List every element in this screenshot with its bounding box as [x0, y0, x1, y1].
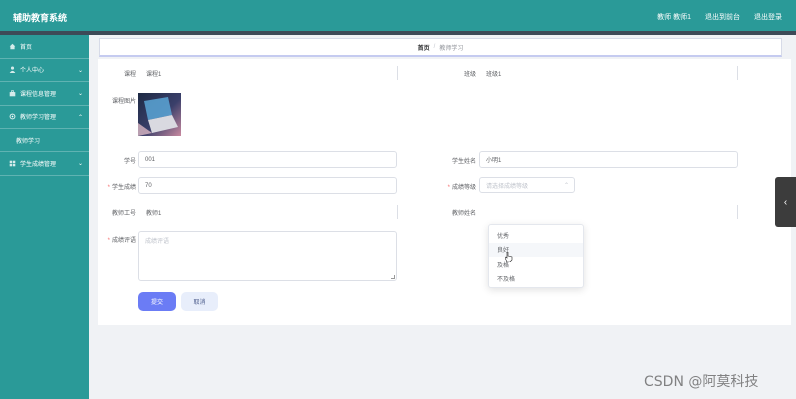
evaluation-label: * 成绩评语	[107, 238, 136, 244]
app-title: 辅助教育系统	[13, 13, 68, 23]
grade-level-dropdown: 优秀 良好 及格 不及格	[488, 224, 584, 288]
watermark: CSDN @阿莫科技	[644, 374, 759, 390]
grade-option[interactable]: 优秀	[489, 228, 583, 243]
score-input[interactable]: 70	[138, 177, 397, 194]
sidebar-item-home[interactable]: 首页	[0, 35, 89, 59]
teacher-no-value: 教师1	[146, 211, 162, 217]
collapse-tab[interactable]: ‹	[775, 177, 796, 227]
main-content: 首页 / 教师学习 课程 课程1 班级 班级1 课程图片 学号 001 学生姓名…	[89, 35, 796, 399]
edit-form: 课程 课程1 班级 班级1 课程图片 学号 001 学生姓名 小明1 * 学生成…	[98, 59, 791, 325]
breadcrumb-home[interactable]: 首页	[418, 43, 430, 52]
class-label: 班级	[463, 72, 476, 78]
evaluation-placeholder: 成绩评语	[145, 239, 170, 245]
chevron-down-icon: ⌄	[77, 161, 83, 167]
grade-option[interactable]: 不及格	[489, 272, 583, 287]
sidebar: 首页 个人中心 ⌄ 课程信息管理 ⌄ 教师学习管理 ⌃ 教师学习 学生成绩管理 …	[0, 35, 89, 399]
sidebar-item-student-scores[interactable]: 学生成绩管理 ⌄	[0, 152, 89, 176]
field-divider	[397, 205, 398, 219]
sidebar-item-teacher-study[interactable]: 教师学习管理 ⌃	[0, 106, 89, 129]
sidebar-subitem-teacher-study[interactable]: 教师学习	[0, 129, 89, 152]
class-value: 班级1	[486, 72, 502, 78]
sidebar-item-label: 教师学习管理	[20, 115, 57, 122]
breadcrumb-separator: /	[433, 44, 436, 50]
course-image	[138, 93, 181, 136]
field-divider	[737, 66, 738, 80]
student-no-input[interactable]: 001	[138, 151, 397, 168]
teacher-name-label: 教师姓名	[451, 211, 476, 217]
grade-option[interactable]: 及格	[489, 257, 583, 272]
sidebar-item-profile[interactable]: 个人中心 ⌄	[0, 59, 89, 82]
cancel-button[interactable]: 取消	[181, 292, 218, 311]
student-name-label: 学生姓名	[451, 159, 476, 165]
sidebar-item-label: 学生成绩管理	[20, 161, 57, 168]
sidebar-item-label: 课程信息管理	[20, 91, 57, 98]
chevron-up-icon: ⌃	[563, 183, 569, 189]
course-value: 课程1	[146, 72, 162, 78]
breadcrumb-current: 教师学习	[439, 45, 464, 52]
grade-level-label: * 成绩等级	[447, 185, 476, 191]
logout-link[interactable]: 退出登录	[754, 12, 782, 22]
breadcrumb: 首页 / 教师学习	[99, 38, 782, 57]
chevron-down-icon: ⌄	[77, 67, 83, 74]
submit-button[interactable]: 提交	[138, 292, 176, 311]
student-name-input[interactable]: 小明1	[479, 151, 738, 168]
top-links: 教师 教师1 退出到前台 退出登录	[657, 12, 782, 22]
grid-icon	[8, 159, 16, 167]
score-label: * 学生成绩	[107, 185, 136, 191]
student-no-label: 学号	[123, 159, 136, 165]
grade-level-placeholder: 请选择成绩等级	[486, 183, 529, 190]
teacher-no-label: 教师工号	[111, 211, 136, 217]
evaluation-textarea[interactable]: 成绩评语	[138, 231, 397, 281]
resize-handle[interactable]	[391, 275, 395, 279]
chevron-up-icon: ⌃	[77, 114, 83, 121]
sidebar-item-label: 个人中心	[20, 68, 45, 75]
user-icon	[8, 66, 16, 74]
briefcase-icon	[8, 89, 16, 97]
field-divider	[397, 66, 398, 80]
chevron-down-icon: ⌄	[77, 91, 83, 97]
course-image-label: 课程图片	[111, 99, 136, 105]
chevron-left-icon: ‹	[783, 196, 788, 208]
home-icon	[8, 42, 16, 50]
field-divider	[737, 205, 738, 219]
hand-cursor-icon	[504, 251, 513, 263]
grade-level-select[interactable]: 请选择成绩等级 ⌃	[479, 177, 575, 193]
top-header: 辅助教育系统 教师 教师1 退出到前台 退出登录	[0, 0, 796, 31]
grade-option[interactable]: 良好	[489, 242, 583, 257]
sidebar-item-course-info[interactable]: 课程信息管理 ⌄	[0, 82, 89, 106]
sidebar-item-label: 首页	[20, 44, 33, 51]
settings-icon	[8, 113, 16, 121]
exit-to-frontend-link[interactable]: 退出到前台	[705, 12, 740, 22]
current-user-link[interactable]: 教师 教师1	[657, 12, 691, 22]
course-label: 课程	[123, 72, 136, 78]
